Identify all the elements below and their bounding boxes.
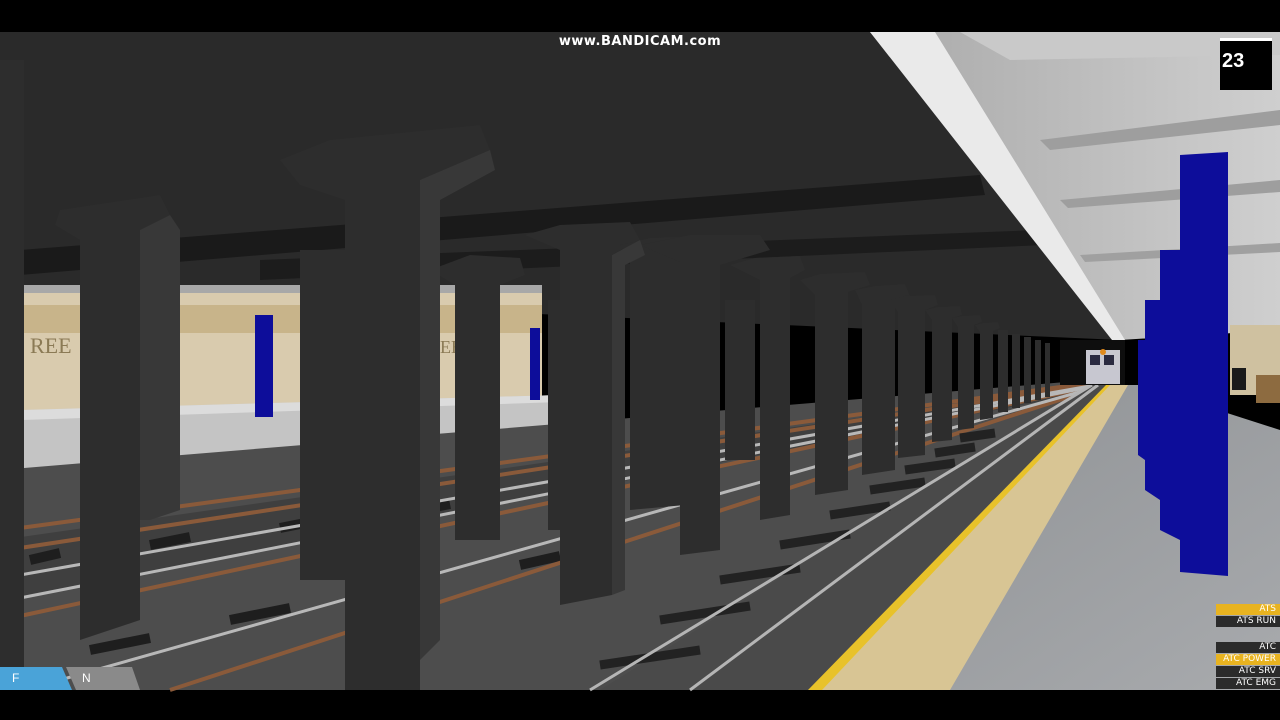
speed-indicator: 23 <box>1220 38 1272 90</box>
subway-station-scene: REE REE <box>0 0 1280 720</box>
tab-n-label: N <box>82 671 91 685</box>
indicator-atc-srv: ATC SRV <box>1216 666 1280 677</box>
station-name-fragment: REE <box>30 333 72 358</box>
indicator-atc-emg: ATC EMG <box>1216 678 1280 689</box>
indicator-atc: ATC <box>1216 642 1280 653</box>
indicator-ats: ATS <box>1216 604 1280 615</box>
mode-tabs: F N <box>0 667 140 690</box>
speed-value: 23 <box>1222 50 1245 72</box>
tab-f-label: F <box>12 671 20 685</box>
tab-f[interactable]: F <box>0 667 72 690</box>
tab-n[interactable]: N <box>66 667 140 690</box>
indicator-atc-power: ATC POWER <box>1216 654 1280 665</box>
recording-watermark: www.BANDICAM.com <box>558 34 722 49</box>
indicator-ats-run: ATS RUN <box>1216 616 1280 627</box>
safety-indicator-panel: ATS ATS RUN ATC ATC POWER ATC SRV ATC EM… <box>1216 604 1280 690</box>
indicator-spacer <box>1216 628 1280 641</box>
